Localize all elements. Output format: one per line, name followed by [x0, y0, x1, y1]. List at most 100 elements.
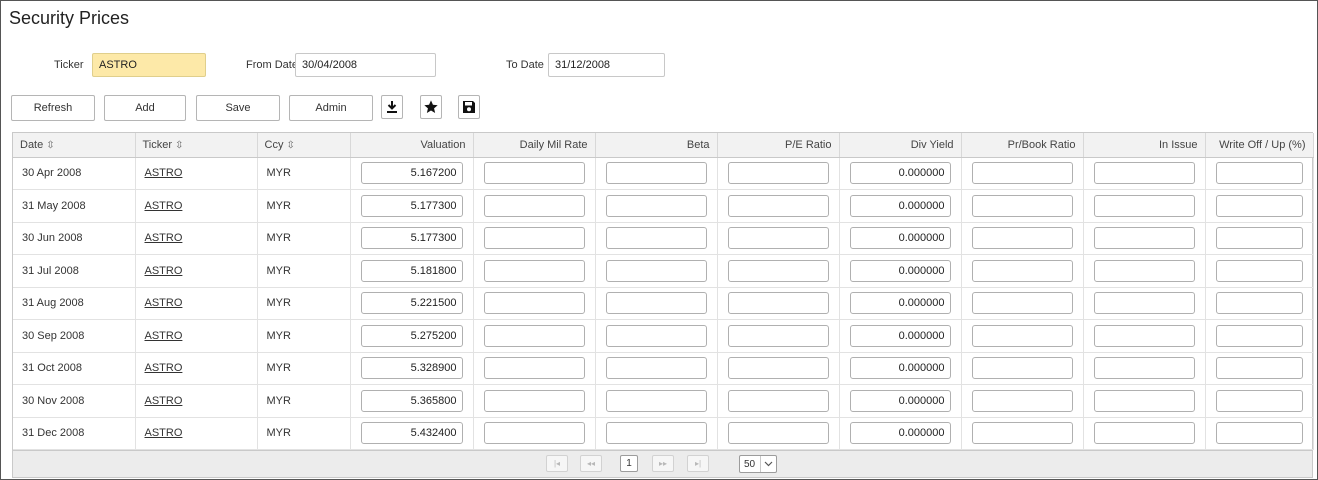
pr-book-ratio-input[interactable]	[971, 389, 1073, 412]
daily-mil-rate-input[interactable]	[483, 422, 585, 445]
write-off-up-input[interactable]	[1215, 422, 1303, 445]
beta-input[interactable]	[605, 357, 707, 380]
ticker-link[interactable]: ASTRO	[145, 167, 183, 179]
pe-ratio-input[interactable]	[727, 324, 829, 347]
pr-book-ratio-input[interactable]	[971, 357, 1073, 380]
daily-mil-rate-input[interactable]	[483, 389, 585, 412]
daily-mil-rate-input[interactable]	[483, 292, 585, 315]
beta-input[interactable]	[605, 227, 707, 250]
add-button[interactable]: Add	[104, 95, 186, 121]
ticker-input[interactable]	[92, 53, 206, 77]
div-yield-input[interactable]	[849, 292, 951, 315]
write-off-up-input[interactable]	[1215, 389, 1303, 412]
beta-input[interactable]	[605, 389, 707, 412]
in-issue-input[interactable]	[1093, 389, 1195, 412]
daily-mil-rate-input[interactable]	[483, 194, 585, 217]
daily-mil-rate-input[interactable]	[483, 324, 585, 347]
div-yield-input[interactable]	[849, 422, 951, 445]
pe-ratio-input[interactable]	[727, 422, 829, 445]
write-off-up-input[interactable]	[1215, 357, 1303, 380]
valuation-input[interactable]	[360, 194, 463, 217]
pe-ratio-input[interactable]	[727, 194, 829, 217]
ticker-link[interactable]: ASTRO	[145, 330, 183, 342]
first-page-button[interactable]: |◂	[546, 455, 568, 472]
to-date-input[interactable]	[548, 53, 665, 77]
in-issue-input[interactable]	[1093, 292, 1195, 315]
pe-ratio-input[interactable]	[727, 389, 829, 412]
daily-mil-rate-input[interactable]	[483, 162, 585, 185]
current-page-number[interactable]: 1	[620, 455, 638, 472]
beta-input[interactable]	[605, 259, 707, 282]
pe-ratio-input[interactable]	[727, 259, 829, 282]
page-size-select[interactable]: 50	[739, 455, 777, 473]
write-off-up-input[interactable]	[1215, 259, 1303, 282]
div-yield-input[interactable]	[849, 227, 951, 250]
valuation-input[interactable]	[360, 162, 463, 185]
write-off-up-input[interactable]	[1215, 194, 1303, 217]
ticker-link[interactable]: ASTRO	[145, 200, 183, 212]
admin-button[interactable]: Admin	[289, 95, 373, 121]
ticker-link[interactable]: ASTRO	[145, 395, 183, 407]
valuation-input[interactable]	[360, 357, 463, 380]
column-header-date[interactable]: Date ⇳	[13, 133, 136, 158]
daily-mil-rate-input[interactable]	[483, 227, 585, 250]
valuation-input[interactable]	[360, 389, 463, 412]
div-yield-input[interactable]	[849, 194, 951, 217]
pe-ratio-input[interactable]	[727, 292, 829, 315]
ticker-link[interactable]: ASTRO	[145, 265, 183, 277]
valuation-input[interactable]	[360, 422, 463, 445]
pr-book-ratio-input[interactable]	[971, 194, 1073, 217]
div-yield-input[interactable]	[849, 162, 951, 185]
daily-mil-rate-input[interactable]	[483, 357, 585, 380]
beta-input[interactable]	[605, 194, 707, 217]
valuation-input[interactable]	[360, 324, 463, 347]
previous-page-button[interactable]: ◂◂	[580, 455, 602, 472]
pe-ratio-input[interactable]	[727, 357, 829, 380]
save-button[interactable]: Save	[196, 95, 280, 121]
from-date-input[interactable]	[295, 53, 436, 77]
last-page-button[interactable]: ▸|	[687, 455, 709, 472]
valuation-input[interactable]	[360, 292, 463, 315]
favorite-button[interactable]	[420, 95, 442, 119]
div-yield-input[interactable]	[849, 389, 951, 412]
in-issue-input[interactable]	[1093, 194, 1195, 217]
download-button[interactable]	[381, 95, 403, 119]
ticker-link[interactable]: ASTRO	[145, 427, 183, 439]
pr-book-ratio-input[interactable]	[971, 324, 1073, 347]
beta-input[interactable]	[605, 292, 707, 315]
beta-input[interactable]	[605, 162, 707, 185]
div-yield-input[interactable]	[849, 357, 951, 380]
pe-ratio-input[interactable]	[727, 227, 829, 250]
write-off-up-input[interactable]	[1215, 227, 1303, 250]
write-off-up-input[interactable]	[1215, 292, 1303, 315]
valuation-input[interactable]	[360, 227, 463, 250]
in-issue-input[interactable]	[1093, 357, 1195, 380]
ticker-link[interactable]: ASTRO	[145, 362, 183, 374]
ticker-link[interactable]: ASTRO	[145, 232, 183, 244]
div-yield-input[interactable]	[849, 259, 951, 282]
ticker-link[interactable]: ASTRO	[145, 297, 183, 309]
in-issue-input[interactable]	[1093, 162, 1195, 185]
pr-book-ratio-input[interactable]	[971, 162, 1073, 185]
pr-book-ratio-input[interactable]	[971, 227, 1073, 250]
pr-book-ratio-input[interactable]	[971, 422, 1073, 445]
pe-ratio-input[interactable]	[727, 162, 829, 185]
valuation-input[interactable]	[360, 259, 463, 282]
in-issue-input[interactable]	[1093, 324, 1195, 347]
pr-book-ratio-input[interactable]	[971, 259, 1073, 282]
column-header-ticker[interactable]: Ticker ⇳	[135, 133, 258, 158]
column-header-ccy[interactable]: Ccy ⇳	[257, 133, 351, 158]
refresh-button[interactable]: Refresh	[11, 95, 95, 121]
beta-input[interactable]	[605, 422, 707, 445]
in-issue-input[interactable]	[1093, 227, 1195, 250]
write-off-up-input[interactable]	[1215, 324, 1303, 347]
pr-book-ratio-input[interactable]	[971, 292, 1073, 315]
write-off-up-input[interactable]	[1215, 162, 1303, 185]
save-icon-button[interactable]	[458, 95, 480, 119]
in-issue-input[interactable]	[1093, 259, 1195, 282]
beta-input[interactable]	[605, 324, 707, 347]
daily-mil-rate-input[interactable]	[483, 259, 585, 282]
in-issue-input[interactable]	[1093, 422, 1195, 445]
div-yield-input[interactable]	[849, 324, 951, 347]
next-page-button[interactable]: ▸▸	[652, 455, 674, 472]
